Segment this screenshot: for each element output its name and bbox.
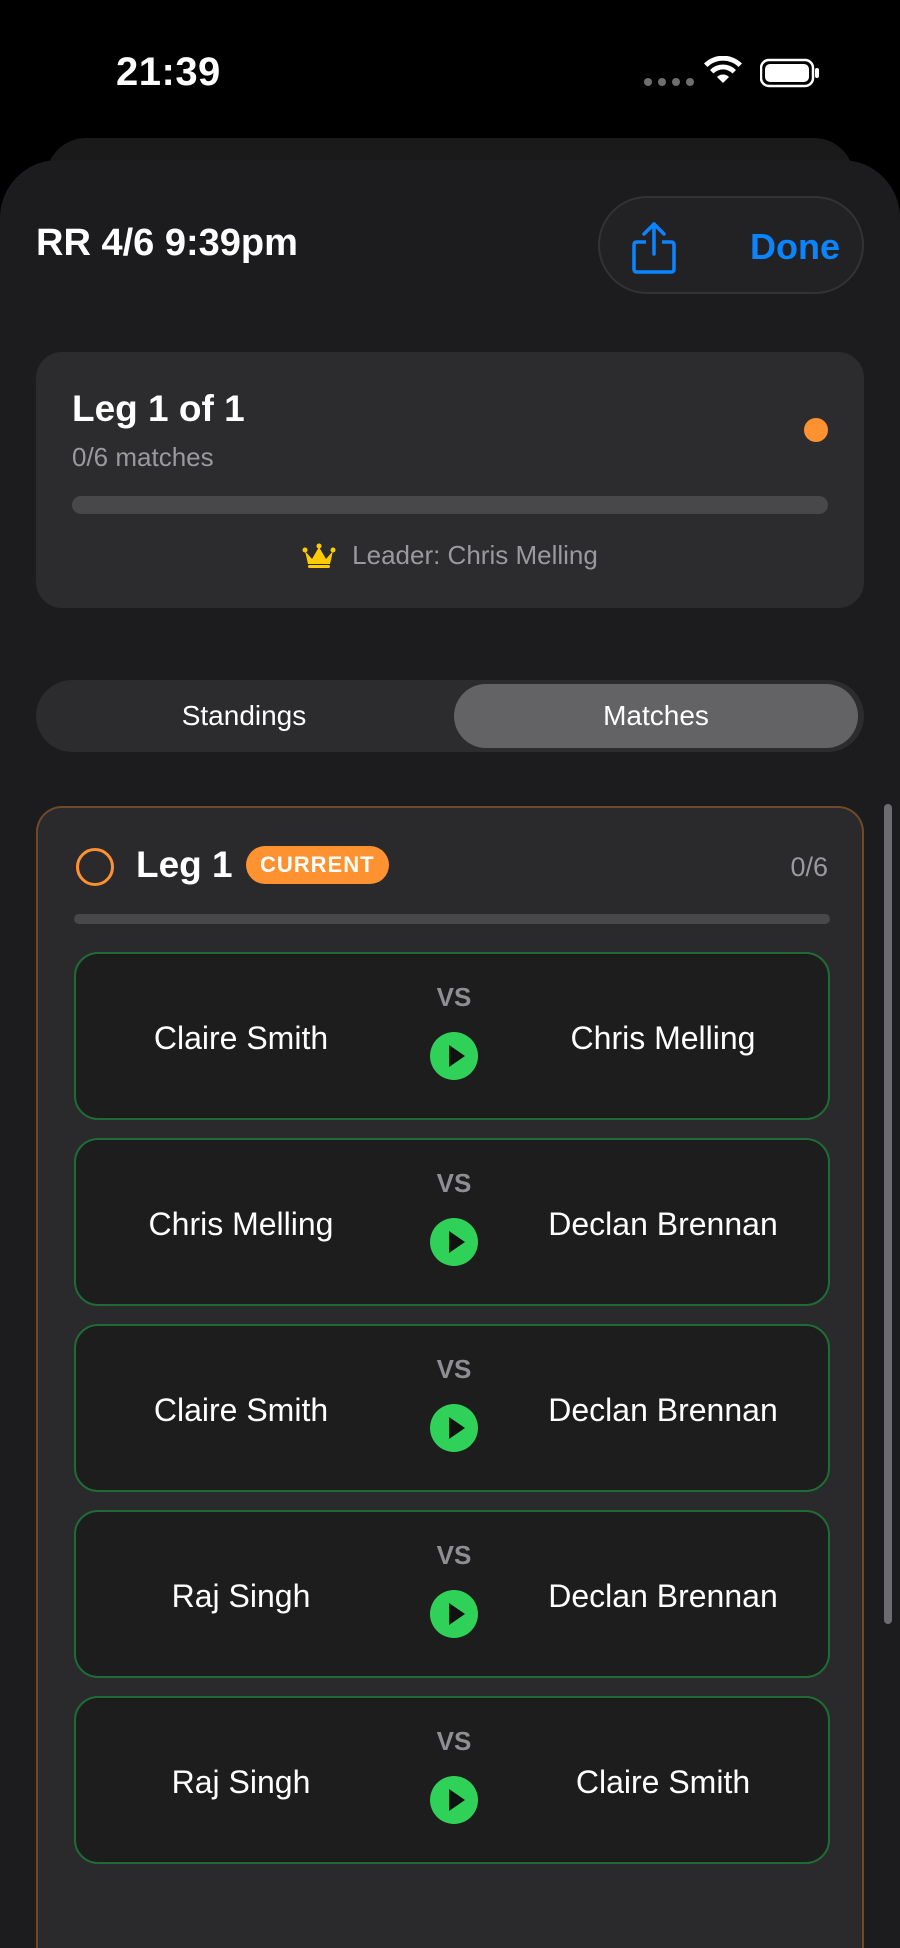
status-dot [804,418,828,442]
tab-matches[interactable]: Matches [454,684,858,748]
leg-matches-panel: Leg 1 CURRENT 0/6 Claire Smith VS Chris … [36,806,864,1948]
player-left: Raj Singh [171,1577,311,1614]
view-segmented-control: Standings Matches [36,680,864,752]
play-icon[interactable] [430,1590,478,1638]
play-icon[interactable] [430,1218,478,1266]
header-actions: Done [598,196,864,294]
match-card[interactable]: Claire Smith VS Chris Melling [74,952,830,1120]
tab-standings[interactable]: Standings [42,684,446,748]
battery-icon [760,58,819,88]
cellular-icon [644,78,694,86]
play-icon[interactable] [430,1776,478,1824]
wifi-icon [704,56,742,83]
play-icon[interactable] [430,1404,478,1452]
leg-title: Leg 1 of 1 [72,388,245,429]
status-time: 21:39 [116,50,221,94]
player-right: Declan Brennan [548,1205,778,1242]
match-card[interactable]: Raj Singh VS Declan Brennan [74,1510,830,1678]
leg-panel-count: 0/6 [790,852,828,882]
status-bar: 21:39 [0,0,900,140]
crown-icon [302,543,336,568]
current-badge: CURRENT [246,846,389,884]
leg-status-ring-icon [76,848,114,886]
play-icon[interactable] [430,1032,478,1080]
match-card[interactable]: Raj Singh VS Claire Smith [74,1696,830,1864]
player-right: Claire Smith [575,1763,751,1800]
done-button[interactable]: Done [750,226,840,268]
leg-panel-progress-bar [74,914,830,924]
leader-row: Leader: Chris Melling [36,540,864,571]
match-card[interactable]: Claire Smith VS Declan Brennan [74,1324,830,1492]
leg-summary-card: Leg 1 of 1 0/6 matches Leader: Chris Mel… [36,352,864,608]
match-card[interactable]: Chris Melling VS Declan Brennan [74,1138,830,1306]
leg-progress-bar [72,496,828,514]
leader-text: Leader: Chris Melling [352,540,598,570]
player-left: Chris Melling [148,1205,334,1242]
scrollbar[interactable] [884,804,892,1624]
player-left: Claire Smith [153,1391,329,1428]
player-right: Declan Brennan [548,1577,778,1614]
sheet-title: RR 4/6 9:39pm [36,222,298,264]
player-right: Chris Melling [570,1019,756,1056]
share-icon[interactable] [628,220,680,276]
player-left: Raj Singh [171,1763,311,1800]
matches-count: 0/6 matches [72,442,214,472]
player-right: Declan Brennan [548,1391,778,1428]
player-left: Claire Smith [153,1019,329,1056]
leg-panel-title: Leg 1 [136,844,233,885]
